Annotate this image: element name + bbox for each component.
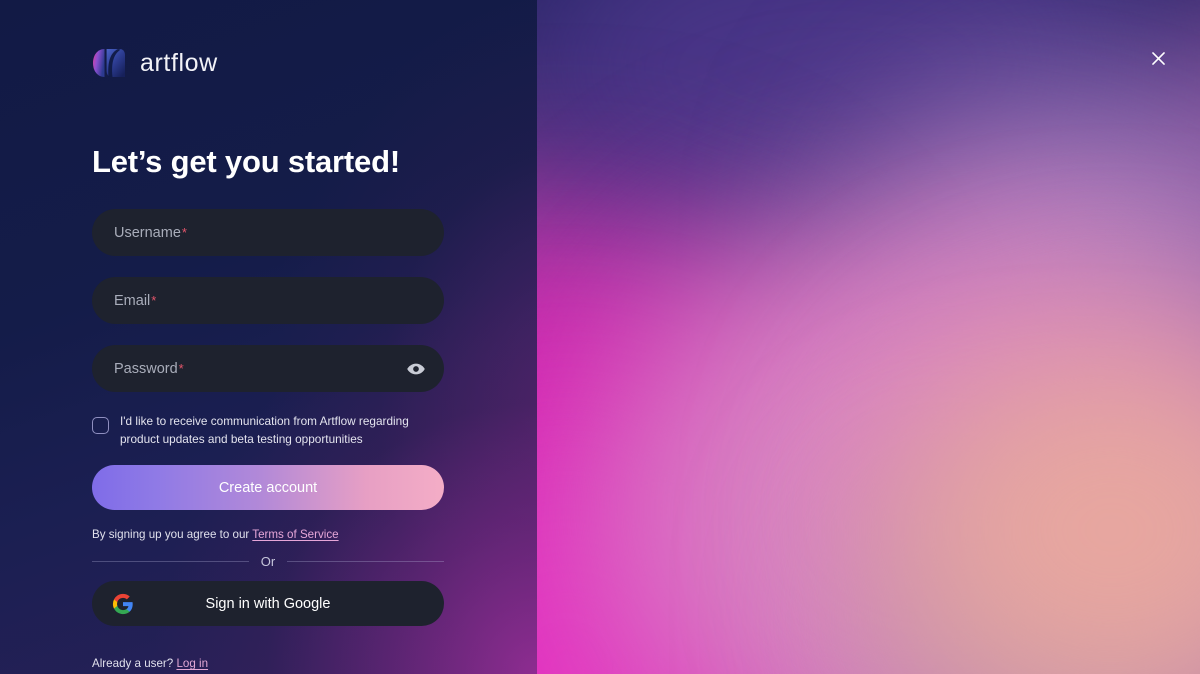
google-button-label: Sign in with Google bbox=[205, 595, 331, 612]
signup-form-container: artflow Let’s get you started! Username*… bbox=[0, 0, 537, 674]
divider-line-left bbox=[92, 561, 249, 563]
terms-of-service-link[interactable]: Terms of Service bbox=[252, 528, 338, 541]
log-in-link[interactable]: Log in bbox=[176, 657, 208, 670]
close-icon[interactable] bbox=[1144, 44, 1172, 72]
login-prompt-prefix: Already a user? bbox=[92, 657, 177, 671]
signup-screen: artflow Let’s get you started! Username*… bbox=[0, 0, 1200, 674]
terms-prefix: By signing up you agree to our bbox=[92, 528, 253, 542]
google-g-icon bbox=[112, 593, 134, 615]
eye-icon[interactable] bbox=[404, 357, 428, 381]
username-input[interactable] bbox=[92, 209, 444, 257]
divider-line-right bbox=[287, 561, 445, 563]
create-account-button[interactable]: Create account bbox=[92, 465, 444, 511]
signup-form: Username* Email* Password* I'd like to r… bbox=[92, 209, 445, 670]
brand-name: artflow bbox=[140, 48, 218, 77]
email-field[interactable]: Email* bbox=[92, 277, 444, 325]
newsletter-checkbox-label: I'd like to receive communication from A… bbox=[120, 414, 409, 446]
username-field[interactable]: Username* bbox=[92, 209, 444, 257]
divider-label: Or bbox=[260, 554, 276, 570]
password-input[interactable] bbox=[92, 345, 444, 393]
brand-logo[interactable]: artflow bbox=[92, 44, 537, 82]
terms-notice: By signing up you agree to our Terms of … bbox=[92, 528, 444, 541]
sign-in-with-google-button[interactable]: Sign in with Google bbox=[92, 581, 444, 627]
page-title: Let’s get you started! bbox=[92, 144, 400, 179]
hero-gradient-panel bbox=[537, 0, 1200, 674]
email-input[interactable] bbox=[92, 277, 444, 325]
login-prompt: Already a user? Log in bbox=[92, 657, 444, 670]
or-divider: Or bbox=[92, 554, 445, 570]
newsletter-checkbox-row[interactable]: I'd like to receive communication from A… bbox=[92, 413, 452, 448]
newsletter-checkbox[interactable] bbox=[92, 417, 109, 435]
artflow-logo-mark-icon bbox=[92, 48, 126, 78]
signup-panel: artflow Let’s get you started! Username*… bbox=[0, 0, 537, 674]
password-field[interactable]: Password* bbox=[92, 345, 444, 393]
